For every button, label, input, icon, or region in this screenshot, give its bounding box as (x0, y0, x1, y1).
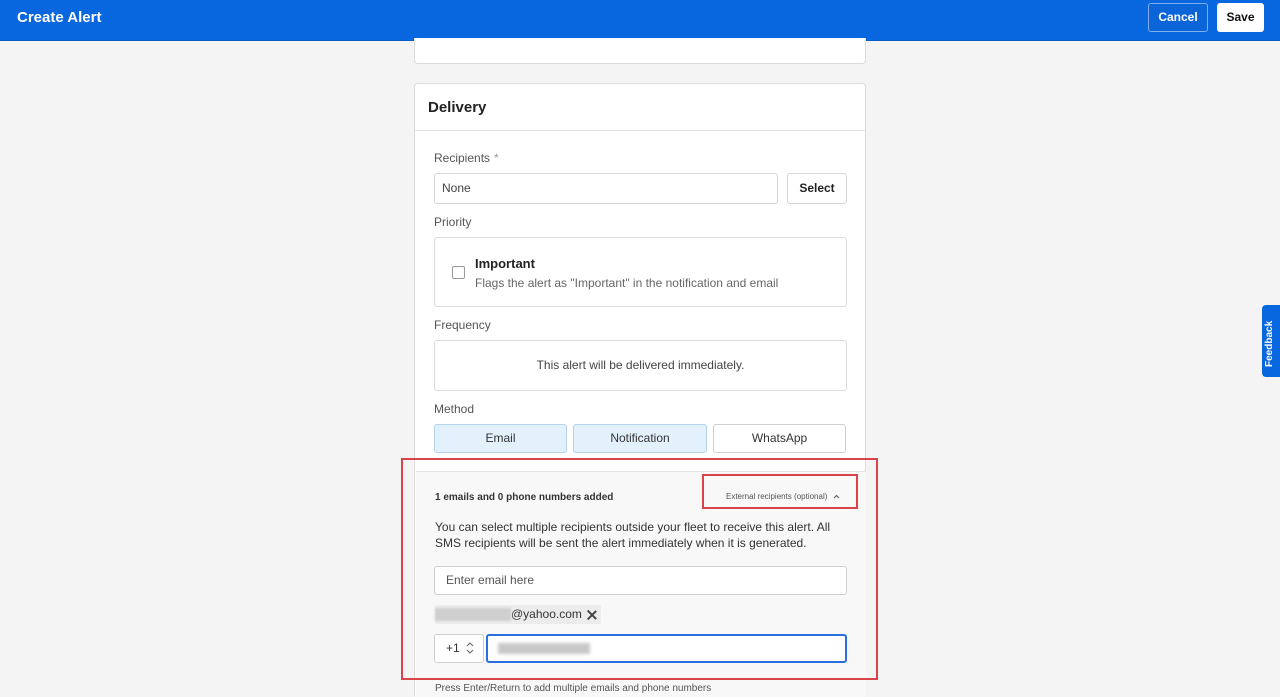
priority-option[interactable]: Important Flags the alert as "Important"… (434, 237, 847, 307)
important-checkbox[interactable] (452, 266, 465, 279)
delivery-title: Delivery (428, 99, 487, 116)
page-title: Create Alert (17, 9, 102, 26)
cancel-button[interactable]: Cancel (1148, 3, 1208, 32)
recipients-label-text: Recipients (434, 151, 491, 165)
recipients-value: None (442, 181, 471, 195)
priority-label: Priority (434, 215, 472, 229)
frequency-text: This alert will be delivered immediately… (536, 358, 745, 372)
method-whatsapp-button[interactable]: WhatsApp (713, 424, 846, 453)
previous-section-card (414, 38, 866, 64)
select-recipients-button[interactable]: Select (787, 173, 847, 204)
required-mark: * (494, 151, 499, 165)
recipients-label: Recipients * (434, 151, 499, 165)
top-bar: Create Alert Cancel Save (0, 0, 1280, 41)
input-hint: Press Enter/Return to add multiple email… (435, 683, 712, 694)
method-notification-button[interactable]: Notification (573, 424, 707, 453)
recipients-field[interactable]: None (434, 173, 778, 204)
save-button[interactable]: Save (1217, 3, 1264, 32)
annotation-highlight-toggle (702, 474, 858, 509)
method-label: Method (434, 402, 475, 416)
important-description: Flags the alert as "Important" in the no… (475, 276, 779, 290)
method-email-button[interactable]: Email (434, 424, 567, 453)
frequency-label: Frequency (434, 318, 491, 332)
frequency-box[interactable]: This alert will be delivered immediately… (434, 340, 847, 391)
feedback-tab[interactable]: Feedback (1262, 305, 1280, 377)
divider (415, 130, 865, 131)
important-title: Important (475, 256, 535, 271)
feedback-label: Feedback (1264, 320, 1275, 367)
